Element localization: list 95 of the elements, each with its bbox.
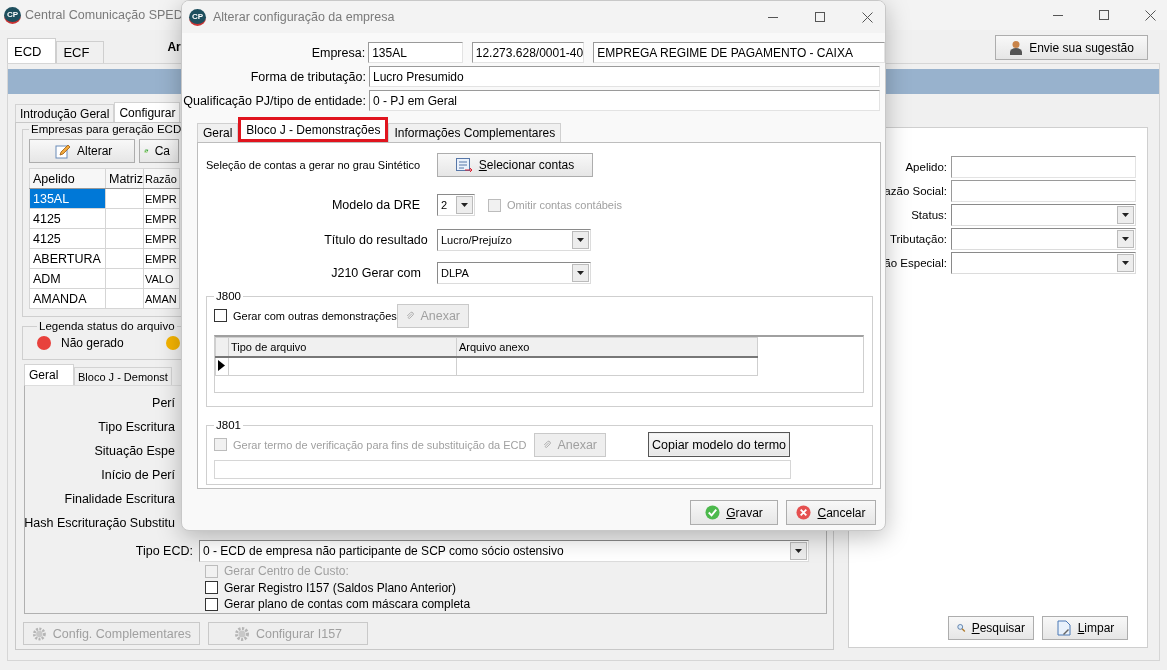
input-field[interactable]: 0 - PJ em Geral bbox=[369, 90, 880, 111]
input-field[interactable]: Lucro Presumido bbox=[369, 66, 880, 87]
close-icon[interactable] bbox=[1145, 9, 1156, 21]
cancel-button[interactable]: Cancelar bbox=[786, 500, 876, 525]
table-cell[interactable]: ABERTURA bbox=[29, 248, 106, 269]
column-header[interactable]: Tipo de arquivo bbox=[228, 337, 457, 357]
close-icon[interactable] bbox=[862, 11, 873, 23]
checkbox-label: Gerar Centro de Custo: bbox=[224, 564, 349, 579]
person-icon bbox=[1009, 40, 1024, 55]
dropdown[interactable]: 2 bbox=[437, 194, 475, 216]
field-label: Modelo da DRE bbox=[330, 198, 422, 212]
field-label: Tributação: bbox=[889, 233, 947, 245]
header-text: Ar bbox=[167, 40, 181, 54]
cancel-icon bbox=[796, 505, 812, 520]
checkbox-label: Gerar plano de contas com máscara completa bbox=[224, 597, 471, 612]
group-title: Empresas para geração ECD bbox=[30, 123, 183, 135]
dropdown[interactable]: 0 - ECD de empresa não participante de SCP como sócio ostensivo bbox=[199, 539, 809, 562]
field-label: Forma de tributação: bbox=[249, 69, 366, 84]
tab[interactable]: Bloco J - Demonstrações bbox=[238, 117, 389, 142]
table-cell[interactable]: 4125 bbox=[29, 228, 106, 249]
checkbox[interactable] bbox=[214, 309, 227, 322]
table-cell[interactable]: AMAN bbox=[143, 288, 180, 309]
edit-button[interactable]: Alterar bbox=[29, 139, 135, 163]
input-field[interactable] bbox=[951, 180, 1136, 202]
field-label: Perí bbox=[151, 395, 175, 412]
app-logo: CP bbox=[4, 6, 21, 24]
select-accounts-button[interactable]: Selecionar contas bbox=[437, 153, 593, 177]
dropdown[interactable]: DLPA bbox=[437, 262, 591, 284]
field-label: Tipo ECD: bbox=[134, 543, 194, 558]
window-title: Alterar configuração da empresa bbox=[213, 10, 395, 24]
save-button[interactable]: Gravar bbox=[690, 500, 778, 525]
checkbox[interactable] bbox=[205, 581, 218, 595]
group-title: J800 bbox=[215, 290, 242, 302]
maximize-icon[interactable] bbox=[815, 12, 825, 22]
checkbox-label: Gerar com outras demonstrações bbox=[233, 309, 397, 322]
input-field[interactable] bbox=[214, 460, 791, 479]
table-cell[interactable]: EMPR bbox=[143, 248, 180, 269]
group-title: Legenda status do arquivo bbox=[38, 320, 176, 332]
document-icon bbox=[1055, 620, 1072, 636]
input-field[interactable]: EMPREGA REGIME DE PAGAMENTO - CAIXA bbox=[593, 42, 885, 63]
field-label: Título do resultado bbox=[323, 233, 429, 247]
table-cell[interactable]: ADM bbox=[29, 268, 106, 289]
field-label: Início de Perí bbox=[100, 467, 175, 484]
tab[interactable]: Geral bbox=[24, 364, 74, 385]
group-title: J801 bbox=[215, 419, 242, 431]
clear-button[interactable]: Limpar bbox=[1042, 616, 1128, 640]
legend-label: Não gerado bbox=[61, 336, 124, 350]
refresh-button[interactable]: Ca bbox=[139, 139, 179, 163]
column-header[interactable]: Arquivo anexo bbox=[456, 337, 758, 357]
field-label: Situação Espe bbox=[93, 443, 175, 460]
table-cell[interactable]: 135AL bbox=[29, 188, 106, 209]
field-label: Tipo Escritura bbox=[97, 419, 175, 436]
table-cell[interactable]: VALO bbox=[143, 268, 180, 289]
field-label: azão Social: bbox=[884, 185, 947, 197]
checkbox-label: Omitir contas contábeis bbox=[507, 199, 622, 211]
field-label: Status: bbox=[911, 209, 947, 221]
tab[interactable]: Geral bbox=[197, 123, 239, 142]
field-label: Hash Escrituração Substitu bbox=[25, 515, 175, 532]
tab[interactable]: Bloco J - Demonst bbox=[74, 367, 172, 385]
copy-template-button[interactable]: Copiar modelo do termo bbox=[648, 432, 790, 457]
pencil-icon bbox=[55, 143, 71, 159]
field-label: Empresa: bbox=[310, 45, 366, 60]
checkbox[interactable] bbox=[205, 597, 218, 611]
column-header[interactable]: Razão bbox=[143, 168, 180, 189]
tab[interactable]: Informações Complementares bbox=[388, 123, 562, 142]
field-label: Qualificação PJ/tipo de entidade: bbox=[182, 93, 366, 108]
gear-icon bbox=[233, 625, 250, 642]
input-field[interactable]: 12.273.628/0001-40 bbox=[471, 42, 585, 63]
gear-icon bbox=[32, 625, 47, 642]
input-field[interactable] bbox=[951, 156, 1136, 178]
checkbox-label: Gerar termo de verificação para fins de substituição da ECD bbox=[233, 438, 527, 451]
row-pointer-icon bbox=[218, 359, 225, 371]
field-label: J210 Gerar com bbox=[330, 266, 422, 280]
table-cell[interactable]: EMPR bbox=[143, 228, 180, 249]
column-header[interactable]: Apelido bbox=[29, 168, 106, 189]
field-label: Finalidade Escritura bbox=[63, 491, 175, 508]
tab[interactable]: ECF bbox=[56, 41, 105, 63]
tab[interactable]: Configurar bbox=[114, 102, 181, 122]
checkbox-label: Gerar Registro I157 (Saldos Plano Anterior) bbox=[224, 580, 457, 595]
list-icon bbox=[455, 157, 473, 173]
table-cell[interactable]: EMPR bbox=[143, 208, 180, 229]
field-label: Apelido: bbox=[905, 161, 947, 173]
maximize-icon[interactable] bbox=[1099, 10, 1109, 20]
dropdown[interactable]: Lucro/Prejuízo bbox=[437, 229, 591, 251]
tab[interactable]: ECD bbox=[7, 38, 57, 63]
table-cell[interactable]: 4125 bbox=[29, 208, 106, 229]
check-icon bbox=[705, 505, 721, 520]
table-cell[interactable]: AMANDA bbox=[29, 288, 106, 309]
app-logo: CP bbox=[189, 8, 206, 26]
column-header[interactable]: Matriz bbox=[105, 168, 144, 189]
table-cell[interactable]: EMPR bbox=[143, 188, 180, 209]
search-button[interactable]: Pesquisar bbox=[948, 616, 1034, 640]
input-field[interactable]: 135AL bbox=[368, 42, 463, 63]
suggestion-button[interactable]: Envie sua sugestão bbox=[995, 35, 1148, 60]
description-text: Seleção de contas a gerar no grau Sintético bbox=[206, 159, 422, 171]
